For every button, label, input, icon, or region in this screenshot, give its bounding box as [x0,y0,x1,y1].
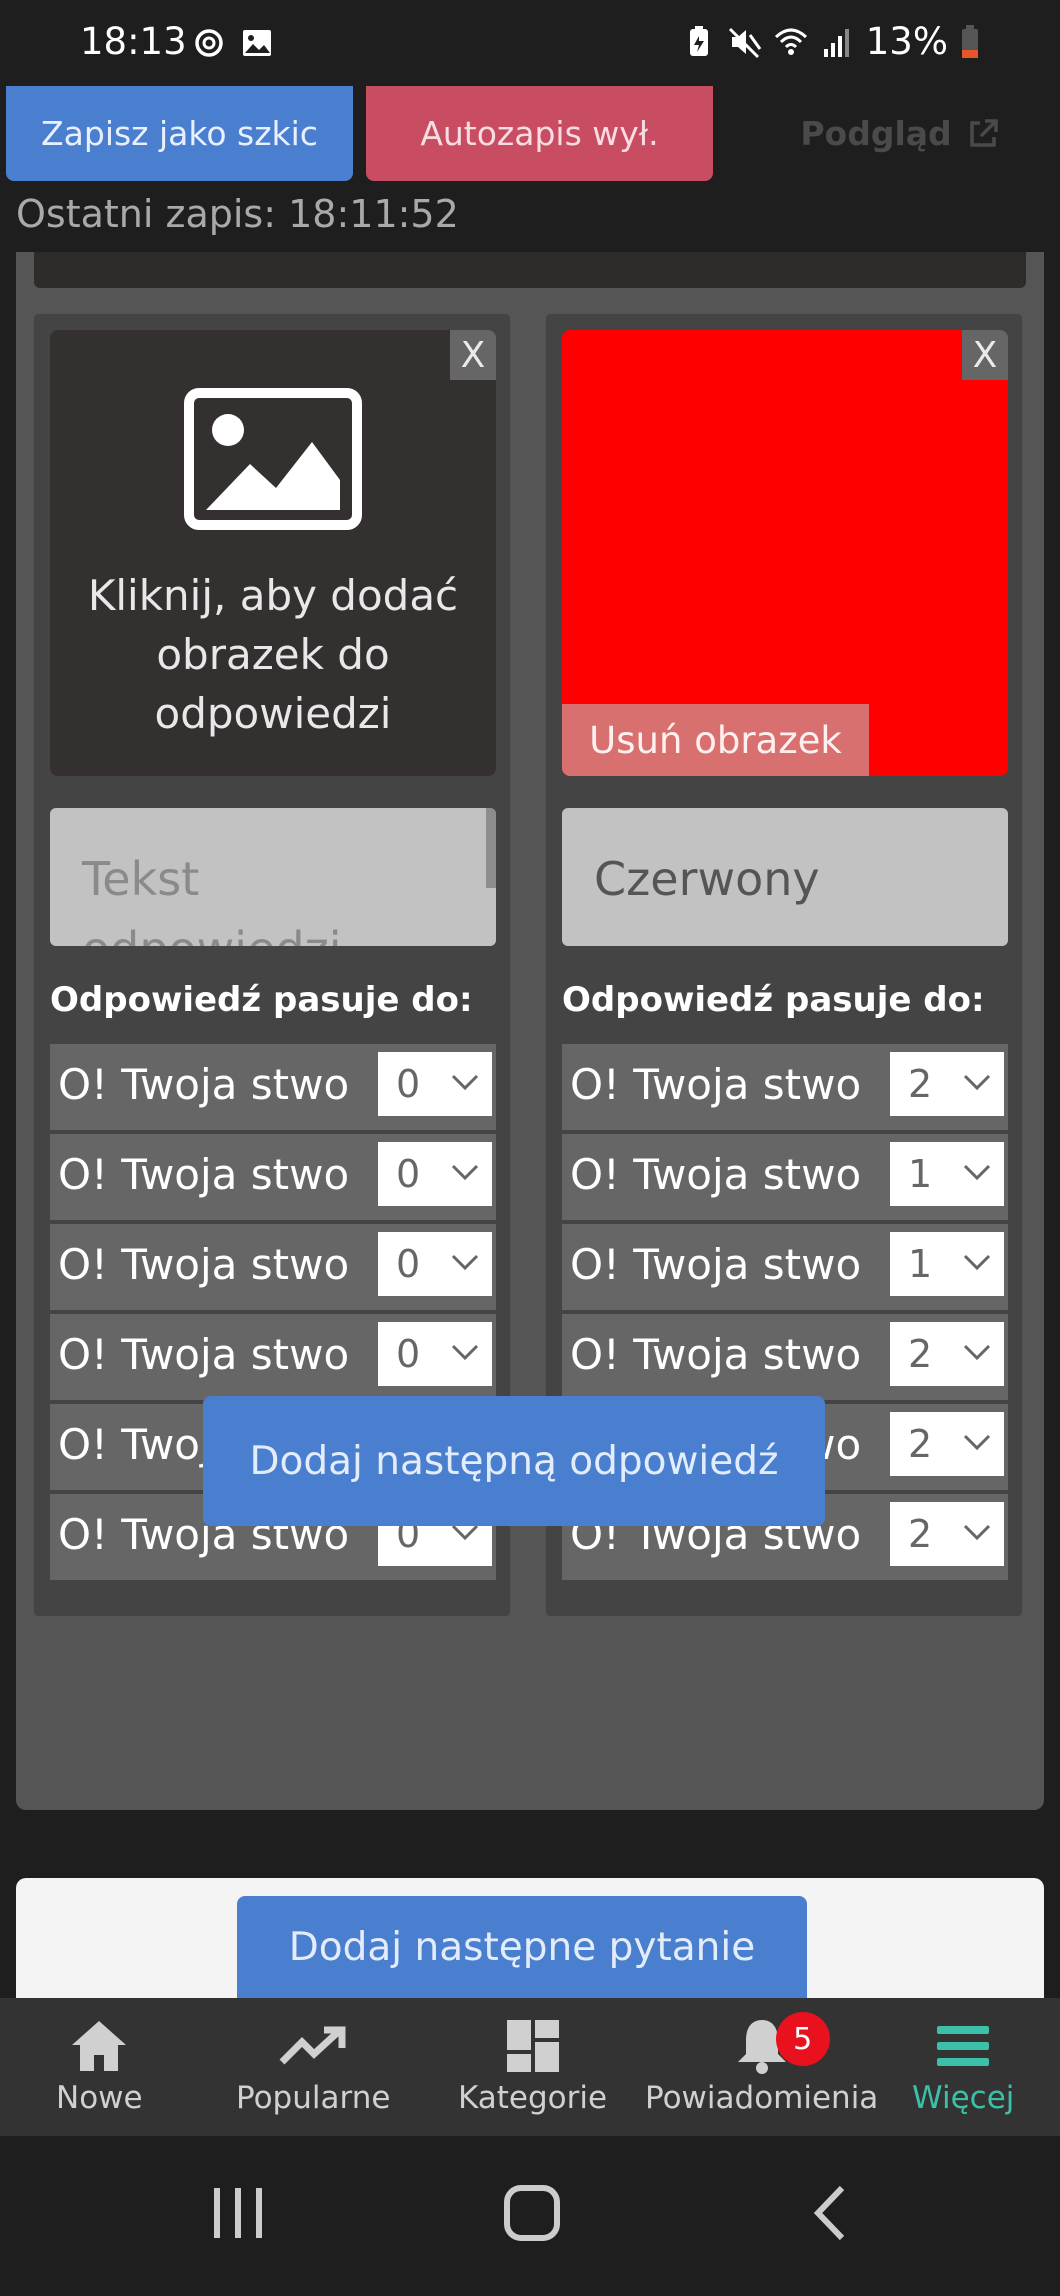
match-select[interactable]: 0 [378,1142,492,1206]
home-button-icon[interactable] [503,2182,561,2244]
remove-answer-button[interactable]: X [962,330,1008,380]
bottom-navigation: Nowe Popularne Kategorie 5 Powiadomienia… [0,1998,1060,2136]
add-question-button[interactable]: Dodaj następne pytanie [237,1896,807,1998]
recent-apps-icon[interactable] [210,2182,266,2244]
wifi-icon [774,28,807,55]
add-image-hint: Kliknij, aby dodać obrazek do odpowiedzi [87,571,459,738]
save-draft-button[interactable]: Zapisz jako szkic [6,86,353,181]
image-icon [184,388,362,530]
preview-button[interactable]: Podgląd [760,86,1040,181]
editor-toolbar: Zapisz jako szkic Autozapis wył. Podgląd [0,86,1060,186]
nav-item-powiadomienia[interactable]: 5 Powiadomienia [645,2012,878,2116]
answer-text-value: Czerwony [594,852,820,906]
answer-text-placeholder: Tekst odpowiedzi [82,852,342,946]
autosave-toggle-button[interactable]: Autozapis wył. [366,86,713,181]
add-image-area[interactable]: X Kliknij, aby dodać obrazek do odpowied… [50,330,496,776]
match-row: O! Twoja stwo0 [50,1314,496,1400]
answer-text-input[interactable]: Tekst odpowiedzi [50,808,496,946]
match-row: O! Twoja stwo 1 [562,1224,1008,1310]
match-select[interactable]: 2 [890,1412,1004,1476]
status-bar: 18:13 13% [0,0,1060,86]
nav-item-nowe[interactable]: Nowe [56,2012,143,2116]
match-select[interactable]: 1 [890,1142,1004,1206]
home-icon [72,2021,127,2071]
back-icon[interactable] [810,2182,850,2244]
chevron-down-icon [451,1074,479,1091]
notification-badge: 5 [775,2012,830,2066]
chevron-down-icon [451,1254,479,1271]
previous-section-edge [34,252,1026,288]
match-row: O! Twoja stwo 1 [562,1134,1008,1220]
match-select[interactable]: 0 [378,1052,492,1116]
preview-label: Podgląd [800,114,952,153]
match-select[interactable]: 2 [890,1322,1004,1386]
status-time: 18:13 [80,20,187,63]
match-select[interactable]: 0 [378,1322,492,1386]
last-save-status: Ostatni zapis: 18:11:52 [16,192,459,236]
chevron-down-icon [963,1254,991,1271]
categories-icon [506,2020,559,2072]
chevron-down-icon [963,1164,991,1181]
nav-item-kategorie[interactable]: Kategorie [458,2012,607,2116]
battery-saver-icon [689,25,708,56]
nav-item-wiecej[interactable]: Więcej [912,2012,1014,2116]
mute-icon [728,27,761,58]
match-select[interactable]: 2 [890,1052,1004,1116]
signal-icon [823,28,849,57]
trending-icon [279,2026,346,2065]
match-row: O! Twoja stwo2 [562,1314,1008,1400]
remove-answer-button[interactable]: X [450,330,496,380]
chevron-down-icon [963,1344,991,1361]
chevron-down-icon [451,1344,479,1361]
match-select[interactable]: 1 [890,1232,1004,1296]
textarea-scrollbar[interactable] [486,808,496,888]
match-select[interactable]: 2 [890,1502,1004,1566]
battery-percent: 13% [865,20,948,63]
battery-icon [962,24,978,58]
sync-icon [195,29,223,57]
nav-item-popularne[interactable]: Popularne [236,2012,390,2116]
match-label: Odpowiedź pasuje do: [50,980,473,1020]
match-select[interactable]: 0 [378,1232,492,1296]
menu-icon [937,2026,990,2066]
chevron-down-icon [963,1434,991,1451]
match-label: Odpowiedź pasuje do: [562,980,985,1020]
add-answer-button[interactable]: Dodaj następną odpowiedź [203,1396,825,1526]
match-row: O! Twoja stwo0 [50,1224,496,1310]
chevron-down-icon [963,1074,991,1091]
chevron-down-icon [963,1524,991,1541]
answers-panel: X Kliknij, aby dodać obrazek do odpowied… [16,252,1044,1810]
gallery-icon [243,30,271,56]
remove-image-button[interactable]: Usuń obrazek [562,704,869,776]
match-row: O! Twoja stwo2 [562,1044,1008,1130]
chevron-down-icon [451,1164,479,1181]
answer-text-input[interactable]: Czerwony [562,808,1008,946]
external-link-icon [969,118,998,147]
match-row: O! Twoja stwo0 [50,1134,496,1220]
system-navigation-bar [0,2136,1060,2296]
match-row: O! Twoja stwo0 [50,1044,496,1130]
answer-image[interactable]: X Usuń obrazek [562,330,1008,776]
